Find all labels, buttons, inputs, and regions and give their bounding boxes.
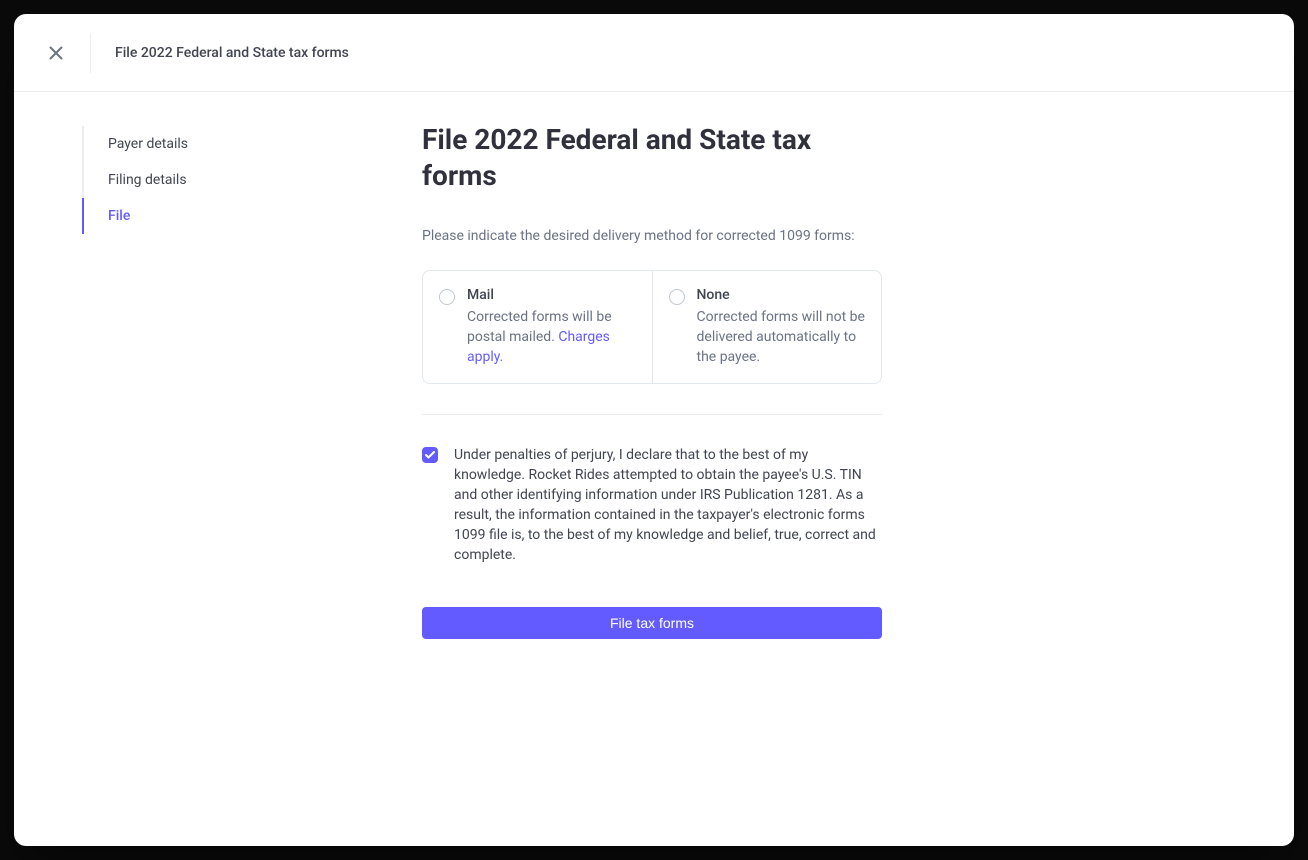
option-title: Mail (467, 287, 636, 303)
option-body: Mail Corrected forms will be postal mail… (467, 287, 636, 367)
file-tax-forms-button[interactable]: File tax forms (422, 607, 882, 639)
declaration-text: Under penalties of perjury, I declare th… (454, 445, 882, 565)
sidebar-item-file[interactable]: File (82, 198, 314, 234)
option-desc: Corrected forms will be postal mailed. C… (467, 307, 636, 367)
option-desc-text: Corrected forms will not be delivered au… (697, 309, 865, 365)
modal-header: File 2022 Federal and State tax forms (14, 14, 1294, 92)
sidebar-item-filing-details[interactable]: Filing details (82, 162, 314, 198)
modal-window: File 2022 Federal and State tax forms Pa… (14, 14, 1294, 846)
option-mail[interactable]: Mail Corrected forms will be postal mail… (423, 271, 652, 383)
close-icon (49, 46, 63, 60)
option-none[interactable]: None Corrected forms will not be deliver… (652, 271, 882, 383)
option-title: None (697, 287, 866, 303)
radio-icon (439, 289, 455, 305)
radio-icon (669, 289, 685, 305)
close-button[interactable] (42, 39, 70, 67)
sidebar: Payer details Filing details File (14, 122, 314, 846)
declaration-checkbox[interactable] (422, 447, 438, 463)
modal-body: Payer details Filing details File File 2… (14, 92, 1294, 846)
sidebar-item-payer-details[interactable]: Payer details (82, 126, 314, 162)
horizontal-rule (422, 414, 882, 415)
option-desc: Corrected forms will not be delivered au… (697, 307, 866, 367)
page-title: File 2022 Federal and State tax forms (422, 122, 882, 194)
delivery-options: Mail Corrected forms will be postal mail… (422, 270, 882, 384)
option-body: None Corrected forms will not be deliver… (697, 287, 866, 367)
header-title: File 2022 Federal and State tax forms (115, 45, 349, 61)
checkmark-icon (425, 451, 435, 459)
perjury-declaration: Under penalties of perjury, I declare th… (422, 445, 882, 565)
delivery-instruction: Please indicate the desired delivery met… (422, 226, 914, 246)
content-area: File 2022 Federal and State tax forms Pl… (314, 122, 914, 846)
header-divider (90, 33, 91, 73)
